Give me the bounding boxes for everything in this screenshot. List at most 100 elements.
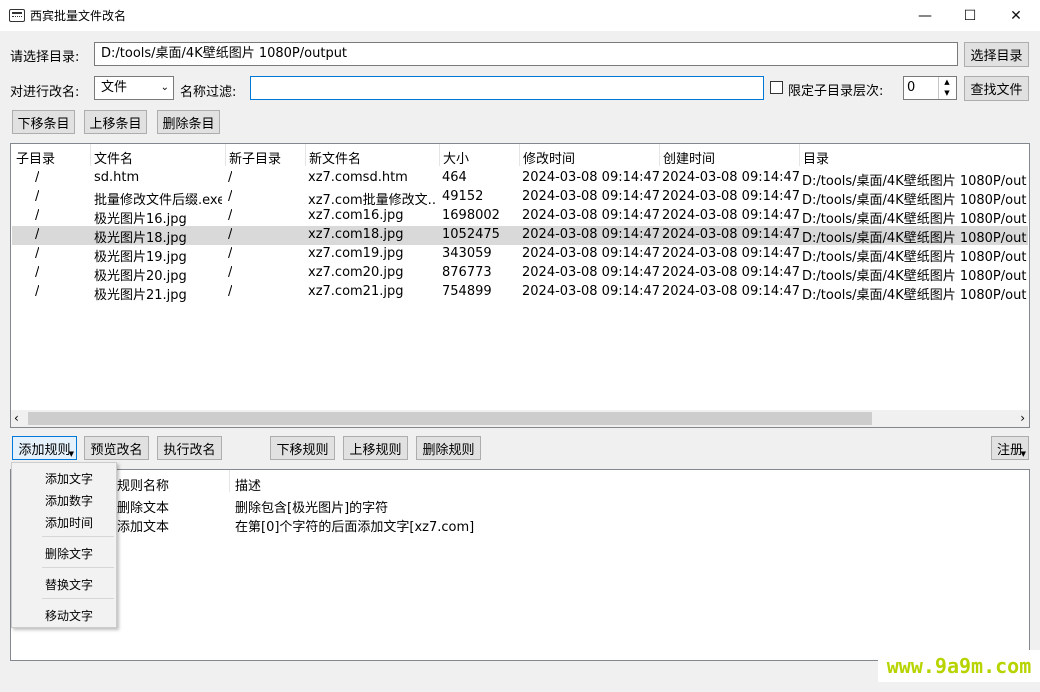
depth-spinner[interactable]: 0 ▲ ▼ bbox=[903, 76, 957, 100]
cell-new-filename: xz7.com19.jpg bbox=[308, 246, 404, 261]
cell-filename: 极光图片16.jpg bbox=[94, 212, 187, 227]
cell-subdir: / bbox=[35, 227, 40, 242]
dropdown-caret-icon: ▼ bbox=[68, 450, 74, 458]
cell-dir: D:/tools/桌面/4K壁纸图片 1080P/out bbox=[802, 174, 1027, 189]
rule-desc: 在第[0]个字符的后面添加文字[xz7.com] bbox=[235, 520, 475, 535]
cell-modified: 2024-03-08 09:14:47 bbox=[522, 227, 661, 242]
cell-new-subdir: / bbox=[228, 170, 233, 185]
cell-modified: 2024-03-08 09:14:47 bbox=[522, 284, 661, 299]
register-button[interactable]: 注册 ▼ bbox=[991, 436, 1029, 460]
menu-separator bbox=[42, 567, 114, 568]
col-header-dir[interactable]: 目录 bbox=[803, 148, 829, 167]
table-row[interactable]: / 极光图片16.jpg / xz7.com16.jpg 1698002 2024-03-… bbox=[12, 207, 1028, 227]
table-row[interactable]: / 极光图片21.jpg / xz7.com21.jpg 754899 2024-03-0… bbox=[12, 283, 1028, 303]
menu-item-add-text[interactable]: 添加文字 bbox=[45, 470, 93, 487]
cell-new-subdir: / bbox=[228, 246, 233, 261]
menu-item-add-number[interactable]: 添加数字 bbox=[45, 492, 93, 509]
cell-subdir: / bbox=[35, 189, 40, 204]
move-up-item-button[interactable]: 上移条目 bbox=[84, 110, 147, 134]
cell-new-filename: xz7.com18.jpg bbox=[308, 227, 404, 242]
add-rule-button[interactable]: 添加规则 ▼ bbox=[12, 436, 77, 460]
col-header-subdir[interactable]: 子目录 bbox=[16, 148, 55, 167]
cell-size: 754899 bbox=[442, 284, 492, 299]
table-row[interactable]: / sd.htm / xz7.comsd.htm 464 2024-03-08 09:14… bbox=[12, 169, 1028, 189]
filter-input[interactable] bbox=[250, 76, 764, 100]
col-header-new-subdir[interactable]: 新子目录 bbox=[229, 148, 281, 167]
cell-new-subdir: / bbox=[228, 227, 233, 242]
dir-label: 请选择目录: bbox=[10, 50, 80, 65]
target-select[interactable]: 文件 ⌄ bbox=[94, 76, 174, 100]
target-select-value: 文件 bbox=[101, 80, 128, 95]
horizontal-scrollbar[interactable]: ‹ › bbox=[11, 410, 1029, 427]
cell-modified: 2024-03-08 09:14:47 bbox=[522, 170, 661, 185]
cell-size: 1052475 bbox=[442, 227, 500, 242]
cell-modified: 2024-03-08 09:14:47 bbox=[522, 265, 661, 280]
cell-filename: sd.htm bbox=[94, 170, 140, 185]
find-files-button[interactable]: 查找文件 bbox=[964, 76, 1029, 101]
cell-filename: 极光图片20.jpg bbox=[94, 269, 187, 284]
cell-dir: D:/tools/桌面/4K壁纸图片 1080P/out bbox=[802, 269, 1027, 284]
menu-item-replace-text[interactable]: 替换文字 bbox=[45, 576, 93, 593]
dir-input[interactable]: D:/tools/桌面/4K壁纸图片 1080P/output bbox=[94, 42, 958, 66]
cell-dir: D:/tools/桌面/4K壁纸图片 1080P/out bbox=[802, 288, 1027, 303]
col-header-created[interactable]: 创建时间 bbox=[663, 148, 715, 167]
scroll-thumb[interactable] bbox=[28, 412, 872, 425]
preview-rename-button[interactable]: 预览改名 bbox=[84, 436, 149, 460]
cell-new-filename: xz7.com21.jpg bbox=[308, 284, 404, 299]
col-header-new-filename[interactable]: 新文件名 bbox=[309, 148, 361, 167]
spin-down-icon[interactable]: ▼ bbox=[939, 88, 955, 99]
scroll-left-icon[interactable]: ‹ bbox=[14, 410, 19, 427]
table-row[interactable]: / 批量修改文件后缀.exe / xz7.com批量修改文... 49152 2024-0… bbox=[12, 188, 1028, 208]
file-list[interactable]: 子目录 文件名 新子目录 新文件名 大小 修改时间 创建时间 目录 / sd.ht… bbox=[10, 143, 1030, 428]
cell-new-subdir: / bbox=[228, 265, 233, 280]
menu-item-delete-text[interactable]: 删除文字 bbox=[45, 545, 93, 562]
depth-value: 0 bbox=[907, 80, 916, 95]
cell-filename: 极光图片18.jpg bbox=[94, 231, 187, 246]
cell-subdir: / bbox=[35, 265, 40, 280]
scroll-right-icon[interactable]: › bbox=[1020, 410, 1025, 427]
title-bar: 西宾批量文件改名 — ☐ ✕ bbox=[0, 0, 1040, 31]
select-dir-button[interactable]: 选择目录 bbox=[964, 42, 1029, 67]
add-rule-menu: 添加文字 添加数字 添加时间 删除文字 替换文字 移动文字 bbox=[11, 462, 117, 628]
cell-created: 2024-03-08 09:14:47 bbox=[662, 246, 801, 261]
minimize-button[interactable]: — bbox=[902, 0, 948, 31]
rule-name[interactable]: 添加文本 bbox=[117, 516, 169, 535]
col-header-filename[interactable]: 文件名 bbox=[94, 148, 133, 167]
cell-new-filename: xz7.comsd.htm bbox=[308, 170, 408, 185]
chevron-down-icon: ⌄ bbox=[160, 82, 169, 93]
cell-dir: D:/tools/桌面/4K壁纸图片 1080P/out bbox=[802, 250, 1027, 265]
app-icon bbox=[9, 9, 25, 22]
rules-list[interactable]: 规则名称 描述 删除文本 删除包含[极光图片]的字符 添加文本 在第[0]个字符… bbox=[10, 469, 1030, 661]
cell-new-filename: xz7.com20.jpg bbox=[308, 265, 404, 280]
table-row[interactable]: / 极光图片19.jpg / xz7.com19.jpg 343059 2024-03-0… bbox=[12, 245, 1028, 265]
move-up-rule-button[interactable]: 上移规则 bbox=[343, 436, 408, 460]
cell-new-subdir: / bbox=[228, 189, 233, 204]
cell-created: 2024-03-08 09:14:47 bbox=[662, 170, 801, 185]
menu-separator bbox=[42, 598, 114, 599]
delete-rule-button[interactable]: 删除规则 bbox=[416, 436, 481, 460]
col-header-rule-desc[interactable]: 描述 bbox=[235, 475, 261, 494]
add-rule-label: 添加规则 bbox=[18, 442, 71, 458]
menu-item-add-time[interactable]: 添加时间 bbox=[45, 514, 93, 531]
close-button[interactable]: ✕ bbox=[993, 0, 1039, 31]
cell-created: 2024-03-08 09:14:47 bbox=[662, 227, 801, 242]
rule-name[interactable]: 删除文本 bbox=[117, 497, 169, 516]
move-down-rule-button[interactable]: 下移规则 bbox=[270, 436, 335, 460]
rule-desc: 删除包含[极光图片]的字符 bbox=[235, 501, 389, 516]
col-header-rule-name[interactable]: 规则名称 bbox=[117, 475, 169, 494]
limit-depth-checkbox[interactable] bbox=[770, 81, 783, 94]
table-row[interactable]: / 极光图片20.jpg / xz7.com20.jpg 876773 2024-03-0… bbox=[12, 264, 1028, 284]
delete-item-button[interactable]: 删除条目 bbox=[157, 110, 220, 134]
maximize-button[interactable]: ☐ bbox=[947, 0, 993, 31]
spin-up-icon[interactable]: ▲ bbox=[939, 77, 955, 88]
target-label: 对进行改名: bbox=[10, 85, 80, 100]
cell-dir: D:/tools/桌面/4K壁纸图片 1080P/out bbox=[802, 212, 1027, 227]
col-header-modified[interactable]: 修改时间 bbox=[523, 148, 575, 167]
execute-rename-button[interactable]: 执行改名 bbox=[157, 436, 222, 460]
cell-dir: D:/tools/桌面/4K壁纸图片 1080P/out bbox=[802, 231, 1027, 246]
table-row[interactable]: / 极光图片18.jpg / xz7.com18.jpg 1052475 2024-03-… bbox=[12, 226, 1028, 246]
menu-item-move-text[interactable]: 移动文字 bbox=[45, 607, 93, 624]
cell-filename: 极光图片19.jpg bbox=[94, 250, 187, 265]
col-header-size[interactable]: 大小 bbox=[443, 148, 469, 167]
move-down-item-button[interactable]: 下移条目 bbox=[12, 110, 75, 134]
